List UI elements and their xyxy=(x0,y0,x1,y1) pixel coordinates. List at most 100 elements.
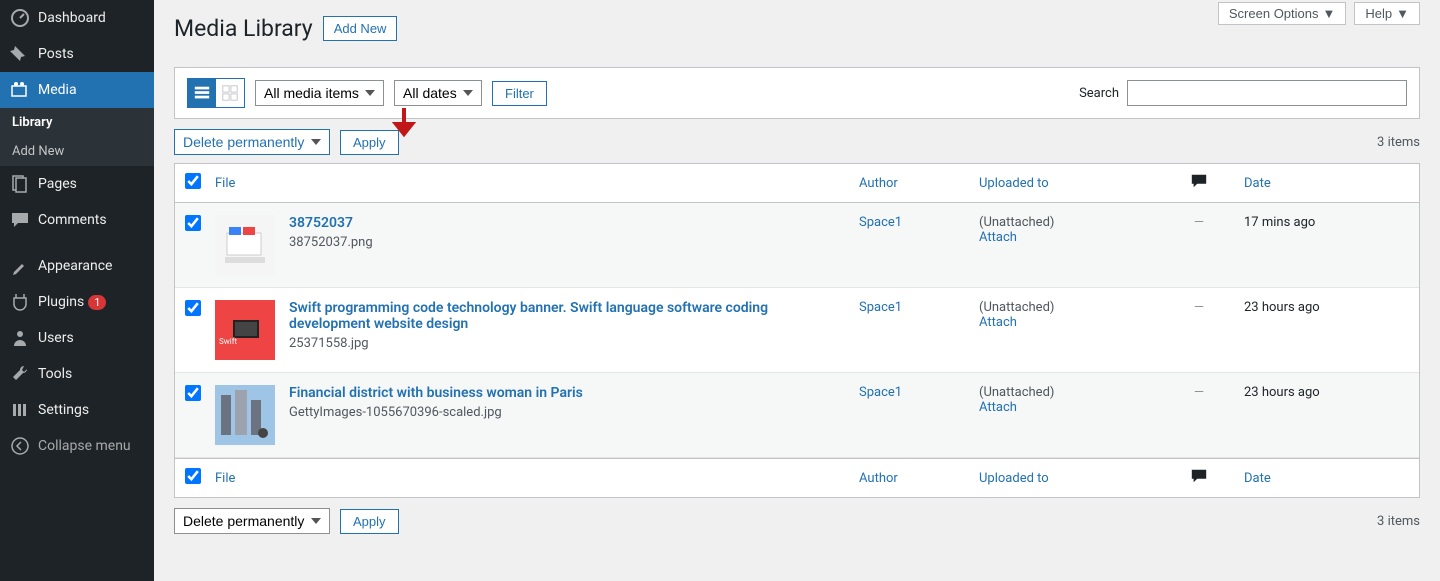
filter-button[interactable]: Filter xyxy=(492,81,547,106)
media-type-filter[interactable]: All media items xyxy=(255,80,384,106)
search-input[interactable] xyxy=(1127,80,1407,106)
media-filename: 25371558.jpg xyxy=(289,336,789,351)
author-link[interactable]: Space1 xyxy=(859,215,902,230)
sidebar-item-label: Users xyxy=(38,330,74,346)
media-thumbnail[interactable] xyxy=(215,215,275,275)
sidebar-item-label: Settings xyxy=(38,402,89,418)
uploaded-status: (Unattached) xyxy=(979,385,1154,400)
bulk-action-select-top[interactable]: Delete permanently xyxy=(174,129,330,155)
attach-link[interactable]: Attach xyxy=(979,315,1017,330)
apply-button-bottom[interactable]: Apply xyxy=(340,509,399,534)
page-icon xyxy=(10,174,30,194)
dashboard-icon xyxy=(10,8,30,28)
select-all-checkbox-bottom[interactable] xyxy=(185,468,201,484)
bulk-actions-row-top: Delete permanently Apply 3 items xyxy=(154,119,1440,163)
page-title: Media Library xyxy=(174,15,313,42)
attach-link[interactable]: Attach xyxy=(979,230,1017,245)
collapse-icon xyxy=(10,436,30,456)
caret-down-icon: ▼ xyxy=(1323,6,1336,21)
sidebar-submenu: Library Add New xyxy=(0,108,154,166)
view-switch xyxy=(187,78,245,108)
bulk-action-select-bottom[interactable]: Delete permanently xyxy=(174,508,330,534)
sidebar-item-comments[interactable]: Comments xyxy=(0,202,154,238)
col-uploaded-footer[interactable]: Uploaded to xyxy=(979,471,1049,486)
grid-view-button[interactable] xyxy=(216,79,244,107)
items-count-top: 3 items xyxy=(1377,135,1420,150)
sidebar-item-tools[interactable]: Tools xyxy=(0,356,154,392)
bulk-actions-row-bottom: Delete permanently Apply 3 items xyxy=(154,498,1440,542)
comments-count: — xyxy=(1194,215,1204,275)
date-value: 17 mins ago xyxy=(1244,215,1409,275)
sidebar-item-pages[interactable]: Pages xyxy=(0,166,154,202)
comment-bubble-icon[interactable] xyxy=(1190,467,1208,489)
sidebar-item-dashboard[interactable]: Dashboard xyxy=(0,0,154,36)
sidebar-item-label: Pages xyxy=(38,176,77,192)
col-date-footer[interactable]: Date xyxy=(1244,471,1271,486)
sidebar-item-label: Collapse menu xyxy=(38,438,131,454)
user-icon xyxy=(10,328,30,348)
sidebar-sub-library[interactable]: Library xyxy=(0,108,154,137)
table-row: 38752037 38752037.png Space1 (Unattached… xyxy=(175,203,1419,288)
col-date-header[interactable]: Date xyxy=(1244,176,1271,191)
admin-sidebar: Dashboard Posts Media Library Add New Pa… xyxy=(0,0,154,581)
sidebar-item-label: Dashboard xyxy=(38,10,106,26)
author-link[interactable]: Space1 xyxy=(859,300,902,315)
help-button[interactable]: Help▼ xyxy=(1354,2,1420,25)
media-title-link[interactable]: Financial district with business woman i… xyxy=(289,385,583,401)
filter-bar: All media items All dates Filter Search xyxy=(174,67,1420,119)
apply-button-top[interactable]: Apply xyxy=(340,130,399,155)
col-file-header[interactable]: File xyxy=(215,176,235,191)
table-footer: File Author Uploaded to Date xyxy=(175,458,1419,497)
svg-text:Swift: Swift xyxy=(219,337,237,346)
add-new-button[interactable]: Add New xyxy=(323,16,398,41)
plug-icon xyxy=(10,292,30,312)
col-uploaded-header[interactable]: Uploaded to xyxy=(979,176,1049,191)
author-link[interactable]: Space1 xyxy=(859,385,902,400)
date-filter[interactable]: All dates xyxy=(394,80,482,106)
list-view-button[interactable] xyxy=(188,79,216,107)
date-value: 23 hours ago xyxy=(1244,385,1409,445)
settings-icon xyxy=(10,400,30,420)
row-checkbox[interactable] xyxy=(185,385,201,401)
comments-count: — xyxy=(1194,385,1204,445)
media-filename: 38752037.png xyxy=(289,235,373,250)
sidebar-item-label: Media xyxy=(38,82,77,98)
attach-link[interactable]: Attach xyxy=(979,400,1017,415)
sidebar-item-label: Appearance xyxy=(38,258,112,274)
comment-bubble-icon[interactable] xyxy=(1190,172,1208,194)
media-title-link[interactable]: 38752037 xyxy=(289,215,353,231)
media-title-link[interactable]: Swift programming code technology banner… xyxy=(289,300,768,332)
row-checkbox[interactable] xyxy=(185,300,201,316)
comment-icon xyxy=(10,210,30,230)
top-bar: Screen Options▼ Help▼ xyxy=(1218,2,1420,25)
main-content: Screen Options▼ Help▼ Media Library Add … xyxy=(154,0,1440,581)
comments-count: — xyxy=(1194,300,1204,360)
media-thumbnail[interactable]: Swift xyxy=(215,300,275,360)
sidebar-item-collapse[interactable]: Collapse menu xyxy=(0,428,154,464)
sidebar-item-users[interactable]: Users xyxy=(0,320,154,356)
screen-options-button[interactable]: Screen Options▼ xyxy=(1218,2,1346,25)
help-label: Help xyxy=(1365,6,1392,21)
sidebar-item-label: Posts xyxy=(38,46,74,62)
uploaded-status: (Unattached) xyxy=(979,300,1154,315)
media-icon xyxy=(10,80,30,100)
items-count-bottom: 3 items xyxy=(1377,514,1420,529)
sidebar-sub-add-new[interactable]: Add New xyxy=(0,137,154,166)
media-thumbnail[interactable] xyxy=(215,385,275,445)
row-checkbox[interactable] xyxy=(185,215,201,231)
media-filename: GettyImages-1055670396-scaled.jpg xyxy=(289,405,583,420)
sidebar-item-media[interactable]: Media xyxy=(0,72,154,108)
date-value: 23 hours ago xyxy=(1244,300,1409,360)
search-label: Search xyxy=(1079,86,1119,101)
col-author-header[interactable]: Author xyxy=(859,176,898,191)
col-file-footer[interactable]: File xyxy=(215,471,235,486)
sidebar-item-posts[interactable]: Posts xyxy=(0,36,154,72)
sidebar-item-plugins[interactable]: Plugins 1 xyxy=(0,284,154,320)
select-all-checkbox-top[interactable] xyxy=(185,173,201,189)
sidebar-item-appearance[interactable]: Appearance xyxy=(0,248,154,284)
sidebar-item-label: Plugins xyxy=(38,294,84,310)
sidebar-item-settings[interactable]: Settings xyxy=(0,392,154,428)
pin-icon xyxy=(10,44,30,64)
table-row: Swift Swift programming code technology … xyxy=(175,288,1419,373)
col-author-footer[interactable]: Author xyxy=(859,471,898,486)
